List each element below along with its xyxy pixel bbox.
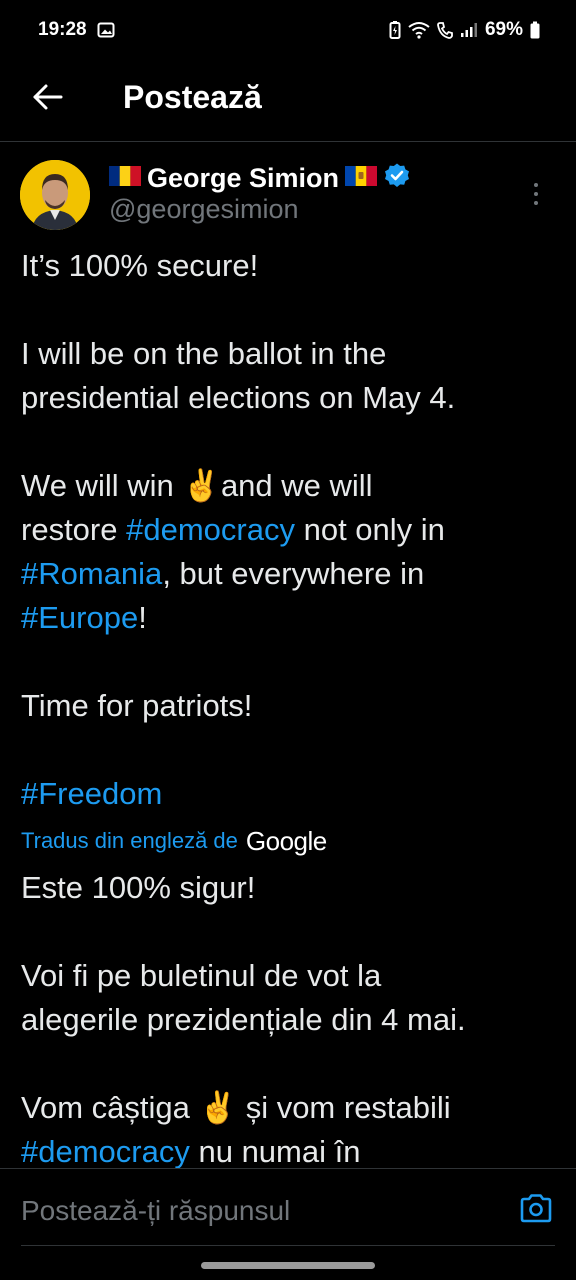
- post-text: , but everywhere in: [162, 556, 425, 591]
- original-text-line: [21, 420, 561, 464]
- more-dot: [534, 192, 538, 196]
- author-handle[interactable]: @georgesimion: [109, 194, 411, 225]
- original-text-line: We will win ✌️and we will: [21, 464, 561, 508]
- translation-attribution[interactable]: Tradus din engleză de Google: [21, 816, 561, 866]
- post-text: Voi fi pe buletinul de vot la: [21, 958, 382, 993]
- more-dot: [534, 201, 538, 205]
- hashtag-link[interactable]: #democracy: [126, 512, 295, 547]
- romania-flag-icon: [109, 165, 141, 192]
- original-text-line: #Romania, but everywhere in: [21, 552, 561, 596]
- author-text: George Simion @georgesimion: [109, 160, 411, 232]
- post-text: Vom câștiga ✌️ și vom restabili: [21, 1090, 451, 1125]
- post-text: not only in: [294, 512, 445, 547]
- moldova-flag-icon: [345, 165, 378, 192]
- google-logo: Google: [245, 826, 327, 856]
- post-text: alegerile prezidențiale din 4 mai.: [21, 1002, 466, 1037]
- camera-button[interactable]: [518, 1191, 554, 1227]
- hashtag-link[interactable]: #democracy: [21, 1134, 190, 1168]
- post-text: It’s 100% secure!: [21, 248, 259, 283]
- hashtag-link[interactable]: #Romania: [21, 556, 162, 591]
- translated-text-line: alegerile prezidențiale din 4 mai.: [21, 998, 561, 1042]
- original-text-line: [21, 640, 561, 684]
- translated-text-line: Voi fi pe buletinul de vot la: [21, 954, 561, 998]
- original-text-line: #Freedom: [21, 772, 561, 816]
- post-body: It’s 100% secure! I will be on the ballot…: [21, 244, 561, 1168]
- camera-icon: [520, 1194, 552, 1223]
- translated-text-line: Vom câștiga ✌️ și vom restabili: [21, 1086, 561, 1130]
- original-text: It’s 100% secure! I will be on the ballot…: [21, 244, 561, 816]
- original-text-line: [21, 288, 561, 332]
- original-text-line: Time for patriots!: [21, 684, 561, 728]
- more-dot: [534, 183, 538, 187]
- original-text-line: [21, 728, 561, 772]
- translated-text: Este 100% sigur! Voi fi pe buletinul de v…: [21, 866, 561, 1168]
- original-text-line: restore #democracy not only in: [21, 508, 561, 552]
- post-text: nu numai în: [189, 1134, 361, 1168]
- author-name: George Simion: [147, 162, 340, 193]
- post-author: George Simion @georgesimion: [20, 160, 556, 232]
- translated-text-line: [21, 910, 561, 954]
- post-text: restore: [21, 512, 127, 547]
- original-text-line: #Europe!: [21, 596, 561, 640]
- reply-bar: Postează-ți răspunsul: [0, 1168, 576, 1248]
- hashtag-link[interactable]: #Freedom: [21, 776, 162, 811]
- verified-badge-icon: [383, 162, 411, 195]
- translated-text-line: #democracy nu numai în: [21, 1130, 561, 1168]
- post-text: Este 100% sigur!: [21, 870, 256, 905]
- more-options-button[interactable]: [522, 174, 550, 214]
- post-text: We will win ✌️and we will: [21, 468, 373, 503]
- post-text: Time for patriots!: [21, 688, 253, 723]
- post-text: !: [138, 600, 147, 635]
- post-text: presidential elections on May 4.: [21, 380, 456, 415]
- avatar[interactable]: [20, 160, 90, 230]
- home-indicator[interactable]: [201, 1262, 375, 1269]
- post-scroll-area[interactable]: George Simion @georgesimion It’s 100% se…: [0, 0, 576, 1168]
- original-text-line: It’s 100% secure!: [21, 244, 561, 288]
- reply-input[interactable]: Postează-ți răspunsul: [21, 1195, 290, 1227]
- translated-text-line: Este 100% sigur!: [21, 866, 561, 910]
- hashtag-link[interactable]: #Europe: [21, 600, 138, 635]
- translation-label: Tradus din engleză de: [21, 828, 238, 853]
- reply-underline: [21, 1245, 555, 1246]
- original-text-line: I will be on the ballot in the: [21, 332, 561, 376]
- post-text: I will be on the ballot in the: [21, 336, 387, 371]
- translated-text-line: [21, 1042, 561, 1086]
- author-name-row[interactable]: George Simion: [109, 160, 411, 196]
- original-text-line: presidential elections on May 4.: [21, 376, 561, 420]
